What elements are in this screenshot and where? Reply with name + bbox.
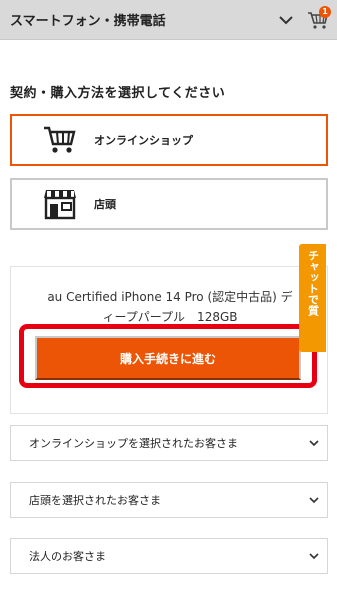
option-online-shop-label: オンラインショップ <box>94 134 193 147</box>
proceed-to-purchase-button[interactable]: 購入手続きに進む <box>35 336 301 380</box>
option-online-shop[interactable]: オンラインショップ <box>10 114 328 166</box>
chevron-down-icon <box>301 552 327 560</box>
chat-support-tab[interactable]: チャットで質 <box>299 244 326 352</box>
accordion-corporate-customers[interactable]: 法人のお客さま <box>10 538 328 574</box>
category-dropdown-chevron-icon[interactable] <box>271 0 301 40</box>
purchase-method-heading: 契約・購入方法を選択してください <box>10 86 226 101</box>
product-name-line1: au Certified iPhone 14 Pro (認定中古品) デ <box>47 290 293 304</box>
cart-icon <box>34 116 86 164</box>
store-icon <box>34 180 86 228</box>
accordion-store-customers[interactable]: 店頭を選択されたお客さま <box>10 482 328 518</box>
option-store[interactable]: 店頭 <box>10 178 328 230</box>
chevron-down-icon <box>301 496 327 504</box>
option-store-label: 店頭 <box>94 198 116 211</box>
accordion-online-shop-customers[interactable]: オンラインショップを選択されたお客さま <box>10 425 328 461</box>
accordion-label: オンラインショップを選択されたお客さま <box>29 437 238 450</box>
header-bar: スマートフォン・携帯電話 1 <box>0 0 337 40</box>
cart-button[interactable]: 1 <box>301 0 335 40</box>
page-category-title: スマートフォン・携帯電話 <box>10 14 166 29</box>
cart-count-badge: 1 <box>319 5 331 18</box>
accordion-label: 店頭を選択されたお客さま <box>29 494 161 507</box>
accordion-label: 法人のお客さま <box>29 550 106 563</box>
chevron-down-icon <box>301 439 327 447</box>
